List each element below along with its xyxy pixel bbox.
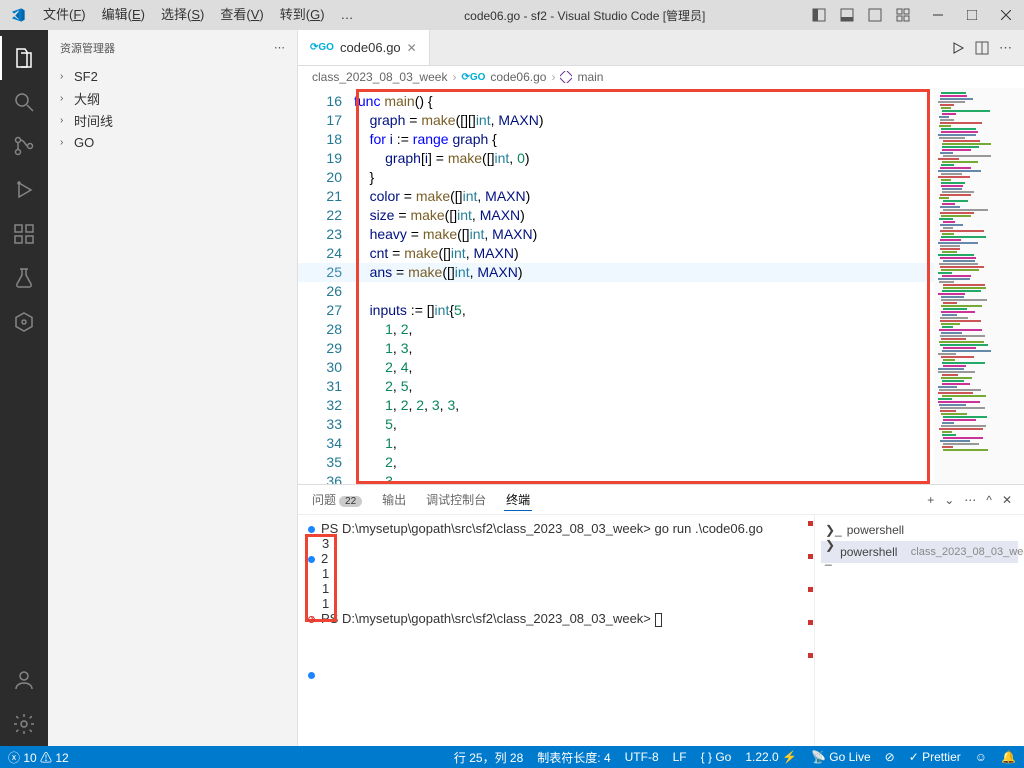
line-gutter: 1617181920212223242526272829303132333435… [314, 88, 354, 484]
test-icon[interactable] [0, 256, 48, 300]
run-icon[interactable] [951, 41, 965, 55]
minimap[interactable] [934, 88, 1024, 484]
code-content[interactable]: func main() { graph = make([][]int, MAXN… [354, 88, 934, 484]
tab-debug[interactable]: 调试控制台 [424, 489, 488, 510]
go-file-icon: ⟳GO [461, 72, 485, 83]
menu-view[interactable]: 查看(V) [212, 0, 271, 30]
breadcrumb[interactable]: class_2023_08_03_week › ⟳GO code06.go › … [298, 66, 1024, 88]
tab-bar: ⟳GO code06.go ✕ ⋯ [298, 30, 1024, 66]
extensions-icon[interactable] [0, 212, 48, 256]
breadcrumb-folder[interactable]: class_2023_08_03_week [312, 70, 447, 84]
titlebar: 文件(F) 编辑(E) 选择(S) 查看(V) 转到(G) … code06.g… [0, 0, 1024, 30]
status-feedback-icon[interactable]: ☺ [975, 750, 987, 764]
menu-edit[interactable]: 编辑(E) [94, 0, 153, 30]
go-file-icon: ⟳GO [310, 42, 334, 53]
shell-item[interactable]: ❯_powershell [821, 519, 1018, 541]
scm-icon[interactable] [0, 124, 48, 168]
panel-maximize-icon[interactable]: ^ [986, 493, 992, 507]
status-prettier[interactable]: ✓ Prettier [909, 750, 961, 764]
terminal-shell-list: ❯_powershell ❯_powershell class_2023_08_… [814, 515, 1024, 746]
status-circle-icon[interactable]: ⊘ [885, 750, 895, 764]
panel-more-icon[interactable]: ⋯ [964, 493, 976, 507]
terminal[interactable]: PS D:\mysetup\gopath\src\sf2\class_2023_… [298, 515, 806, 746]
status-lang[interactable]: { } Go [701, 750, 732, 764]
split-editor-icon[interactable] [975, 41, 989, 55]
account-icon[interactable] [0, 658, 48, 702]
debug-icon[interactable] [0, 168, 48, 212]
editor-more-icon[interactable]: ⋯ [999, 40, 1012, 56]
sidebar-header: 资源管理器 ⋯ [48, 30, 297, 65]
panel-close-icon[interactable]: ✕ [1002, 493, 1012, 507]
status-encoding[interactable]: UTF-8 [625, 750, 659, 764]
status-tabsize[interactable]: 制表符长度: 4 [537, 749, 610, 766]
sidebar-more-icon[interactable]: ⋯ [274, 41, 285, 54]
tab-problems[interactable]: 问题22 [310, 489, 364, 510]
search-icon[interactable] [0, 80, 48, 124]
gear-icon[interactable] [0, 702, 48, 746]
menu-goto[interactable]: 转到(G) [272, 0, 333, 30]
shell-item[interactable]: ❯_powershell class_2023_08_03_week [821, 541, 1018, 563]
menu-select[interactable]: 选择(S) [153, 0, 212, 30]
status-bell-icon[interactable]: 🔔 [1001, 750, 1016, 764]
layout-customize-icon[interactable] [892, 4, 914, 26]
breadcrumb-file[interactable]: code06.go [490, 70, 546, 84]
terminal-prompt: PS D:\mysetup\gopath\src\sf2\class_2023_… [321, 611, 655, 626]
tab-close-icon[interactable]: ✕ [407, 41, 417, 55]
tree-item[interactable]: ›SF2 [48, 65, 297, 87]
sidebar-title: 资源管理器 [60, 40, 115, 56]
close-icon[interactable] [992, 1, 1020, 29]
tab-terminal[interactable]: 终端 [504, 489, 532, 511]
status-cursor[interactable]: 行 25，列 28 [454, 749, 523, 766]
code-area[interactable]: 1617181920212223242526272829303132333435… [298, 88, 1024, 484]
status-errors[interactable]: ⓧ 10 ⚠ 12 [8, 749, 69, 766]
menu-bar: 文件(F) 编辑(E) 选择(S) 查看(V) 转到(G) … [35, 0, 362, 30]
maximize-icon[interactable] [958, 1, 986, 29]
ext2-icon[interactable] [0, 300, 48, 344]
activity-bar [0, 30, 48, 746]
status-eol[interactable]: LF [673, 750, 687, 764]
function-icon [560, 71, 572, 83]
editor: ⟳GO code06.go ✕ ⋯ class_2023_08_03_week … [298, 30, 1024, 746]
tab-output[interactable]: 输出 [380, 489, 408, 510]
terminal-line: PS D:\mysetup\gopath\src\sf2\class_2023_… [321, 521, 763, 536]
tree-item[interactable]: ›时间线 [48, 109, 297, 131]
problems-badge: 22 [339, 496, 362, 507]
minimize-icon[interactable] [924, 1, 952, 29]
window-title: code06.go - sf2 - Visual Studio Code [管理… [362, 7, 808, 24]
status-bar: ⓧ 10 ⚠ 12 行 25，列 28 制表符长度: 4 UTF-8 LF { … [0, 746, 1024, 768]
breadcrumb-symbol[interactable]: main [577, 70, 603, 84]
tree-item[interactable]: ›GO [48, 131, 297, 153]
menu-more[interactable]: … [333, 0, 362, 30]
panel: 问题22 输出 调试控制台 终端 + ⌄ ⋯ ^ ✕ PS D:\mysetup… [298, 484, 1024, 746]
status-golive[interactable]: 📡 Go Live [811, 750, 871, 764]
tab-code06[interactable]: ⟳GO code06.go ✕ [298, 30, 430, 65]
tab-label: code06.go [340, 40, 401, 55]
status-version[interactable]: 1.22.0 ⚡ [745, 750, 797, 764]
new-terminal-icon[interactable]: + [927, 493, 934, 507]
vscode-icon [0, 7, 35, 23]
tree-item[interactable]: ›大纲 [48, 87, 297, 109]
menu-file[interactable]: 文件(F) [35, 0, 94, 30]
terminal-ruler [806, 515, 814, 746]
layout-toggle-primary-icon[interactable] [808, 4, 830, 26]
panel-tabs: 问题22 输出 调试控制台 终端 + ⌄ ⋯ ^ ✕ [298, 485, 1024, 515]
layout-toggle-panel-icon[interactable] [836, 4, 858, 26]
layout-toggle-secondary-icon[interactable] [864, 4, 886, 26]
sidebar: 资源管理器 ⋯ ›SF2›大纲›时间线›GO [48, 30, 298, 746]
terminal-dropdown-icon[interactable]: ⌄ [944, 493, 954, 507]
explorer-icon[interactable] [0, 36, 48, 80]
